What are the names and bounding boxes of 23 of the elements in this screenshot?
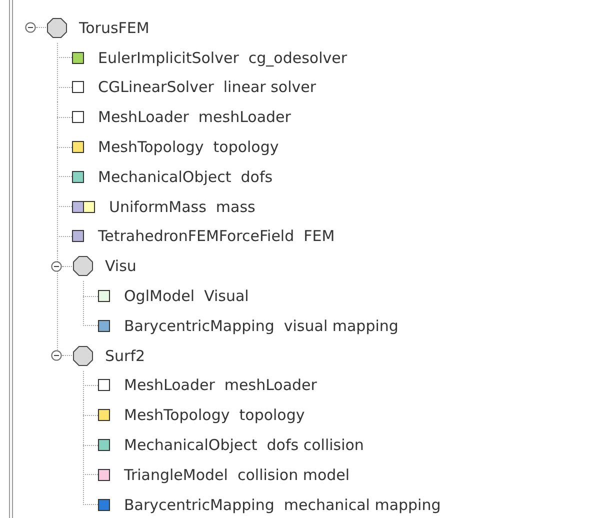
component-label[interactable]: MeshTopology topology <box>98 138 279 156</box>
component-label[interactable]: EulerImplicitSolver cg_odesolver <box>98 48 348 67</box>
component-label[interactable]: MechanicalObject dofs collision <box>124 436 364 454</box>
component-label[interactable]: MeshLoader meshLoader <box>98 108 291 126</box>
component-label[interactable]: MechanicalObject dofs <box>98 168 273 186</box>
component-label[interactable]: TriangleModel collision model <box>124 466 350 484</box>
node-icon <box>46 16 68 39</box>
component-label[interactable]: UniformMass mass <box>109 198 256 216</box>
node-icon <box>72 344 94 367</box>
node-label[interactable]: TorusFEM <box>79 18 150 37</box>
component-label[interactable]: TetrahedronFEMForceField FEM <box>98 227 335 246</box>
component-label[interactable]: MeshTopology topology <box>124 406 305 424</box>
component-label[interactable]: BarycentricMapping mechanical mapping <box>124 496 441 514</box>
component-label[interactable]: OglModel Visual <box>124 287 249 306</box>
node-label[interactable]: Visu <box>105 257 136 276</box>
node-label[interactable]: Surf2 <box>105 346 146 365</box>
collapse-icon[interactable] <box>51 260 62 272</box>
component-label[interactable]: BarycentricMapping visual mapping <box>124 316 398 335</box>
component-label[interactable]: MeshLoader meshLoader <box>124 376 317 394</box>
node-icon <box>72 255 94 278</box>
collapse-icon[interactable] <box>25 22 36 34</box>
collapse-icon[interactable] <box>51 350 62 362</box>
component-label[interactable]: CGLinearSolver linear solver <box>98 78 316 96</box>
